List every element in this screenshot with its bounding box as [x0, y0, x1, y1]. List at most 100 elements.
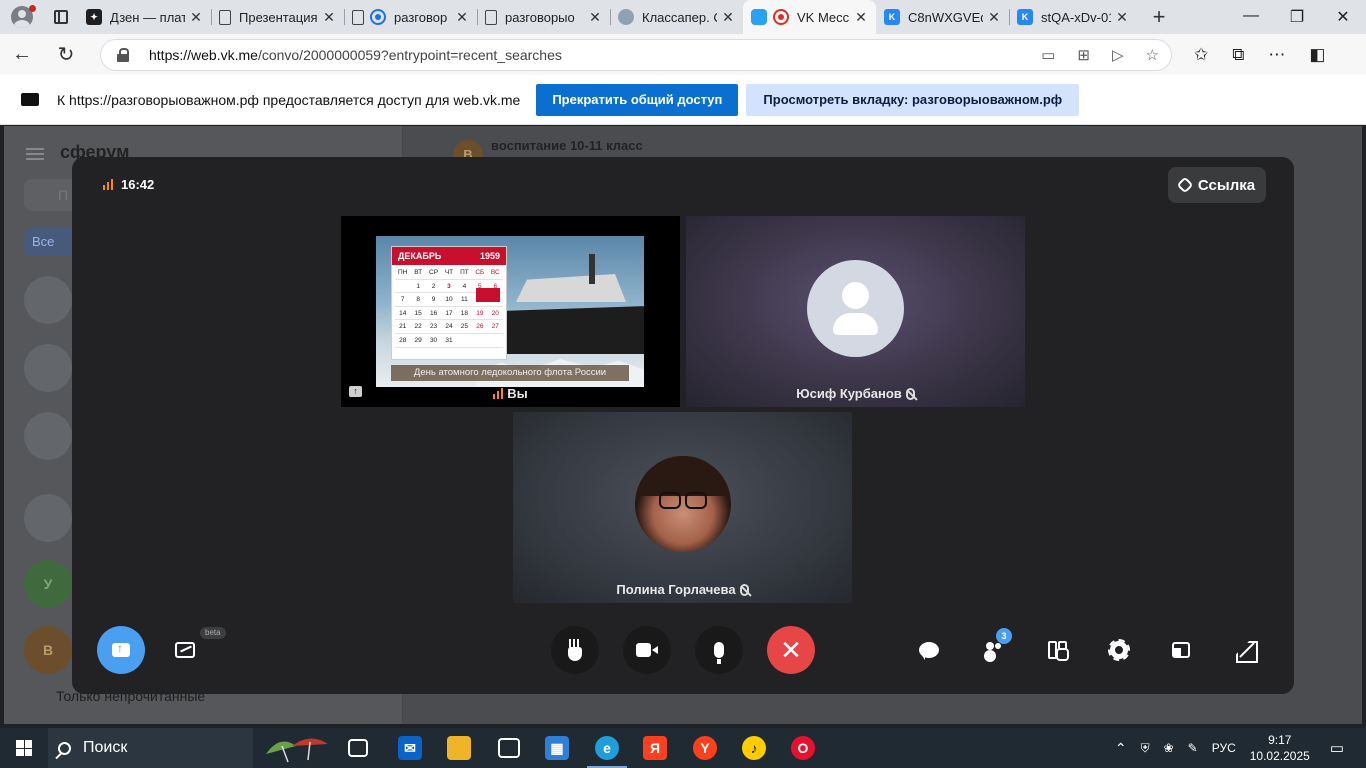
fullscreen-icon [1236, 641, 1254, 659]
favorite-star-icon[interactable]: ☆ [1146, 46, 1159, 64]
security-icon[interactable]: ⛨ [1141, 741, 1150, 756]
dzen-icon: ✦ [86, 9, 102, 25]
participant-tile[interactable]: Полина Горлачева [513, 412, 852, 603]
browser-tab[interactable]: разговорыо ✕ [477, 0, 610, 34]
tab-title: разговор [394, 9, 448, 25]
participant-name: Вы [341, 386, 680, 401]
reload-button[interactable]: ↻ [44, 42, 88, 67]
url-text[interactable]: https://web.vk.me/convo/2000000059?entry… [149, 47, 1041, 63]
umbrellas-icon [266, 738, 328, 763]
chevron-up-icon[interactable]: ⌃ [1115, 740, 1127, 757]
view-shared-tab-button[interactable]: Просмотреть вкладку: разговорыоважном.рф [746, 83, 1080, 116]
start-button[interactable] [0, 728, 48, 768]
browser-tab[interactable]: K C8nWXGVEdC ✕ [876, 0, 1009, 34]
collections-icon[interactable]: ⧉ [1232, 45, 1244, 65]
close-tab-icon[interactable]: ✕ [588, 9, 602, 26]
chat-avatar[interactable]: В [24, 626, 72, 674]
notifications-icon[interactable]: ▭ [1330, 739, 1344, 757]
apps-icon[interactable]: ⊞ [1077, 46, 1090, 64]
vk-icon: K [884, 9, 900, 25]
more-menu-icon[interactable]: ⋯ [1268, 45, 1285, 65]
clock-date: 10.02.2025 [1249, 749, 1310, 763]
chat-avatar[interactable]: У [24, 560, 72, 608]
close-tab-icon[interactable]: ✕ [189, 9, 203, 26]
read-aloud-icon[interactable]: ▷ [1112, 46, 1124, 64]
yandex-browser-icon[interactable]: Y [693, 736, 717, 760]
calendar-weekday: ЧТ [441, 267, 457, 280]
tab-sharing-infobar: К https://разговорыоважном.рф предоставл… [0, 75, 1366, 125]
fullscreen-button[interactable] [1221, 626, 1269, 674]
network-icon[interactable]: ❀ [1164, 741, 1174, 755]
sidebar-icon[interactable]: ◧ [1309, 45, 1325, 65]
address-bar[interactable]: https://web.vk.me/convo/2000000059?entry… [100, 38, 1172, 71]
copy-link-button[interactable]: Ссылка [1168, 167, 1266, 203]
browser-tab[interactable]: ✦ Дзен — плат ✕ [78, 0, 211, 34]
pen-icon[interactable]: ✎ [1188, 741, 1198, 755]
tv-app-icon[interactable] [498, 738, 520, 758]
stop-sharing-button[interactable]: Прекратить общий доступ [536, 83, 739, 116]
screen-share-icon [21, 93, 39, 106]
store-icon[interactable]: ▦ [545, 736, 569, 760]
close-tab-icon[interactable]: ✕ [854, 9, 868, 26]
default-avatar-icon [807, 260, 904, 357]
new-tab-button[interactable]: + [1137, 4, 1181, 30]
participant-tile-self[interactable]: ДЕКАБРЬ 1959 ПН ВТ СР ЧТ ПТ СБ ВС 1 2 3 4 5 6 7 8 9 10 11… [341, 216, 680, 407]
mail-icon[interactable]: ✉ [398, 736, 422, 760]
file-explorer-icon[interactable] [447, 736, 471, 760]
document-icon [219, 9, 231, 25]
chat-avatar[interactable] [24, 276, 72, 324]
close-tab-icon[interactable]: ✕ [1115, 9, 1129, 26]
raise-hand-button[interactable] [551, 626, 599, 674]
chat-avatar[interactable] [24, 494, 72, 542]
microphone-button[interactable] [695, 626, 743, 674]
participants-button[interactable]: 3 [969, 626, 1017, 674]
chat-button[interactable] [905, 626, 953, 674]
calendar-day [487, 335, 503, 348]
language-indicator[interactable]: РУС [1212, 741, 1236, 755]
restore-button[interactable]: ❐ [1274, 7, 1320, 27]
end-call-button[interactable]: ✕ [767, 626, 815, 674]
clock[interactable]: 9:17 10.02.2025 [1250, 732, 1310, 764]
beta-badge: beta [200, 627, 226, 639]
browser-tab[interactable]: Презентация ✕ [211, 0, 344, 34]
profile-avatar[interactable] [0, 0, 44, 34]
opera-icon[interactable]: O [791, 736, 815, 760]
close-tab-icon[interactable]: ✕ [721, 9, 735, 26]
browser-tab[interactable]: Классапер. С ✕ [610, 0, 743, 34]
minimize-button[interactable]: — [1228, 7, 1274, 27]
close-tab-icon[interactable]: ✕ [455, 9, 469, 26]
browser-tab[interactable]: разговор ✕ [344, 0, 477, 34]
clock-time: 9:17 [1268, 733, 1292, 747]
chat-avatar[interactable] [24, 344, 72, 392]
calendar-year: 1959 [479, 251, 500, 261]
lock-icon[interactable] [117, 47, 129, 62]
taskbar-search[interactable]: Поиск [48, 728, 253, 768]
participant-tile[interactable]: Юсиф Курбанов [686, 216, 1025, 407]
task-view-icon[interactable] [348, 739, 368, 757]
yandex-icon[interactable]: Я [643, 736, 667, 760]
yandex-music-icon[interactable]: ♪ [742, 736, 766, 760]
close-window-button[interactable]: ✕ [1320, 7, 1366, 27]
tab-title: Дзен — плат [110, 9, 185, 25]
browser-tab-active[interactable]: VK Месс ✕ [743, 0, 876, 34]
browser-tab[interactable]: K stQA-xDv-01 ✕ [1009, 0, 1137, 34]
favorites-icon[interactable]: ✩ [1194, 45, 1208, 65]
back-button[interactable]: ← [0, 43, 44, 66]
layout-button[interactable] [1033, 626, 1081, 674]
camera-in-use-icon[interactable]: ▭ [1041, 46, 1055, 64]
screen-share-button[interactable] [97, 626, 145, 674]
settings-button[interactable] [1095, 626, 1143, 674]
camera-button[interactable] [623, 626, 671, 674]
close-tab-icon[interactable]: ✕ [987, 9, 1001, 26]
close-tab-icon[interactable]: ✕ [322, 9, 336, 26]
minimize-call-button[interactable] [1157, 626, 1205, 674]
signal-strength-icon [103, 179, 113, 190]
tab-actions-button[interactable] [44, 0, 78, 34]
edge-browser-icon[interactable]: e [595, 736, 619, 760]
menu-icon[interactable] [26, 148, 44, 160]
calendar-day: 27 [487, 321, 503, 334]
document-icon [485, 9, 497, 25]
calendar-weekday: ВС [487, 267, 503, 280]
chat-avatar[interactable] [24, 412, 72, 460]
calendar-day: 22 [410, 321, 426, 334]
